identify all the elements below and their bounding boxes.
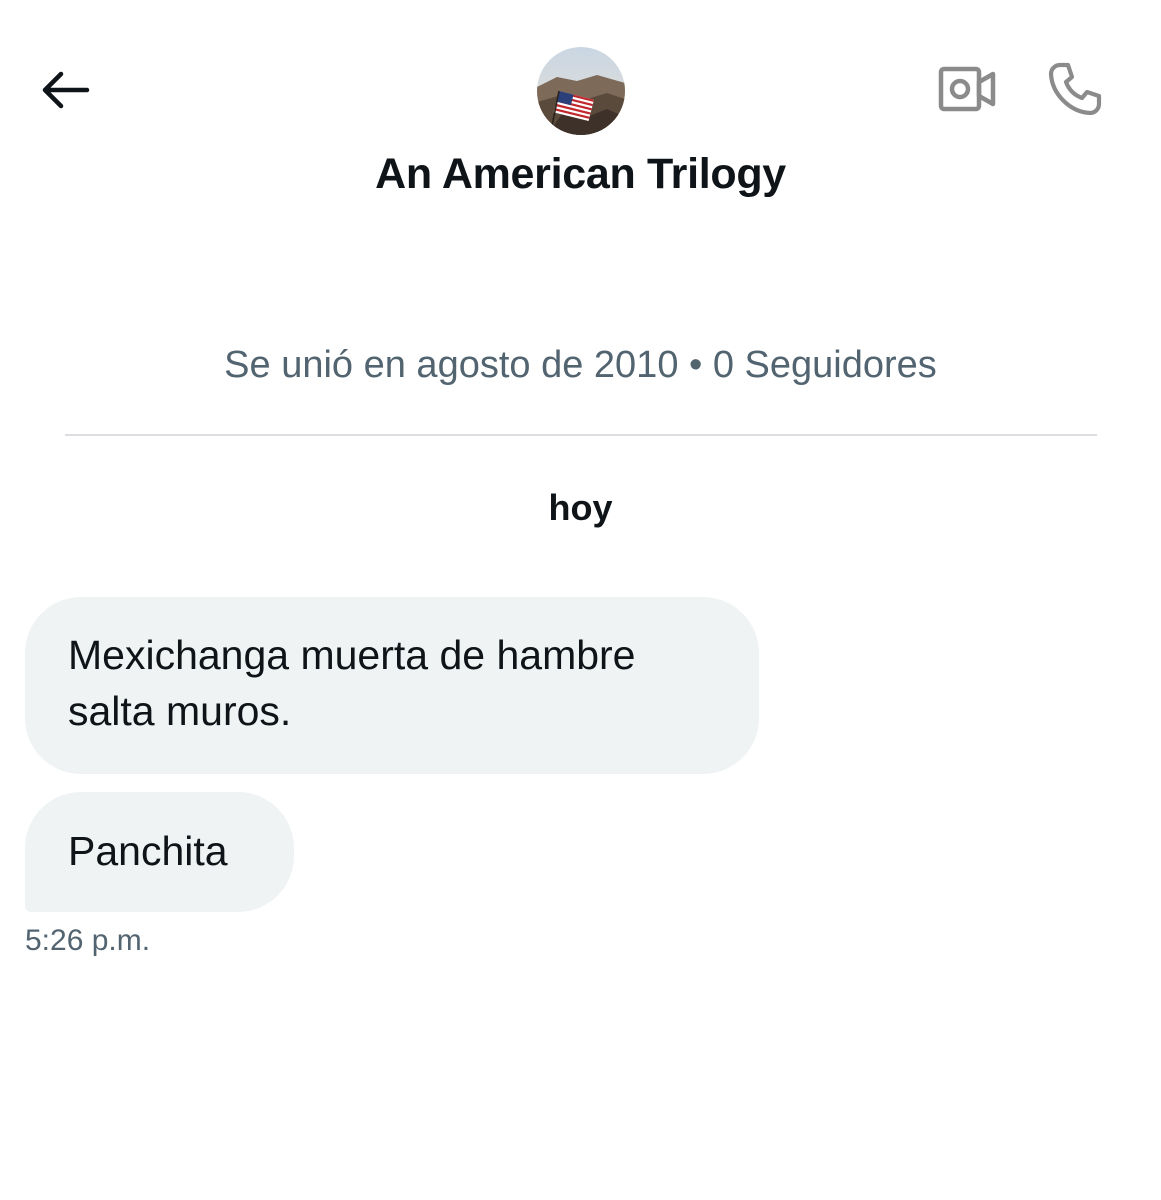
avatar[interactable]: [537, 47, 625, 135]
dm-conversation-screen: An American Trilogy Se unió en agosto de…: [0, 0, 1161, 1200]
message-timestamp: 5:26 p.m.: [25, 924, 151, 957]
message-text-line: salta muros.: [68, 688, 292, 734]
conversation-display-name[interactable]: An American Trilogy: [0, 150, 1161, 199]
message-bubble[interactable]: Panchita: [25, 792, 294, 912]
day-separator: hoy: [548, 487, 613, 528]
message-text-line: Panchita: [68, 828, 228, 874]
phone-icon: [1047, 61, 1103, 122]
profile-join-info: Se unió en agosto de 2010 • 0 Seguidores: [224, 344, 937, 386]
video-camera-icon: [938, 66, 996, 117]
video-call-button[interactable]: [930, 58, 1004, 124]
voice-call-button[interactable]: [1040, 58, 1110, 124]
divider: [65, 434, 1097, 436]
message-text-line: Mexichanga muerta de hambre: [68, 632, 636, 678]
arrow-left-icon: [39, 70, 91, 115]
back-button[interactable]: [30, 60, 100, 124]
message-bubble[interactable]: Mexichanga muerta de hambre salta muros.: [25, 597, 759, 774]
